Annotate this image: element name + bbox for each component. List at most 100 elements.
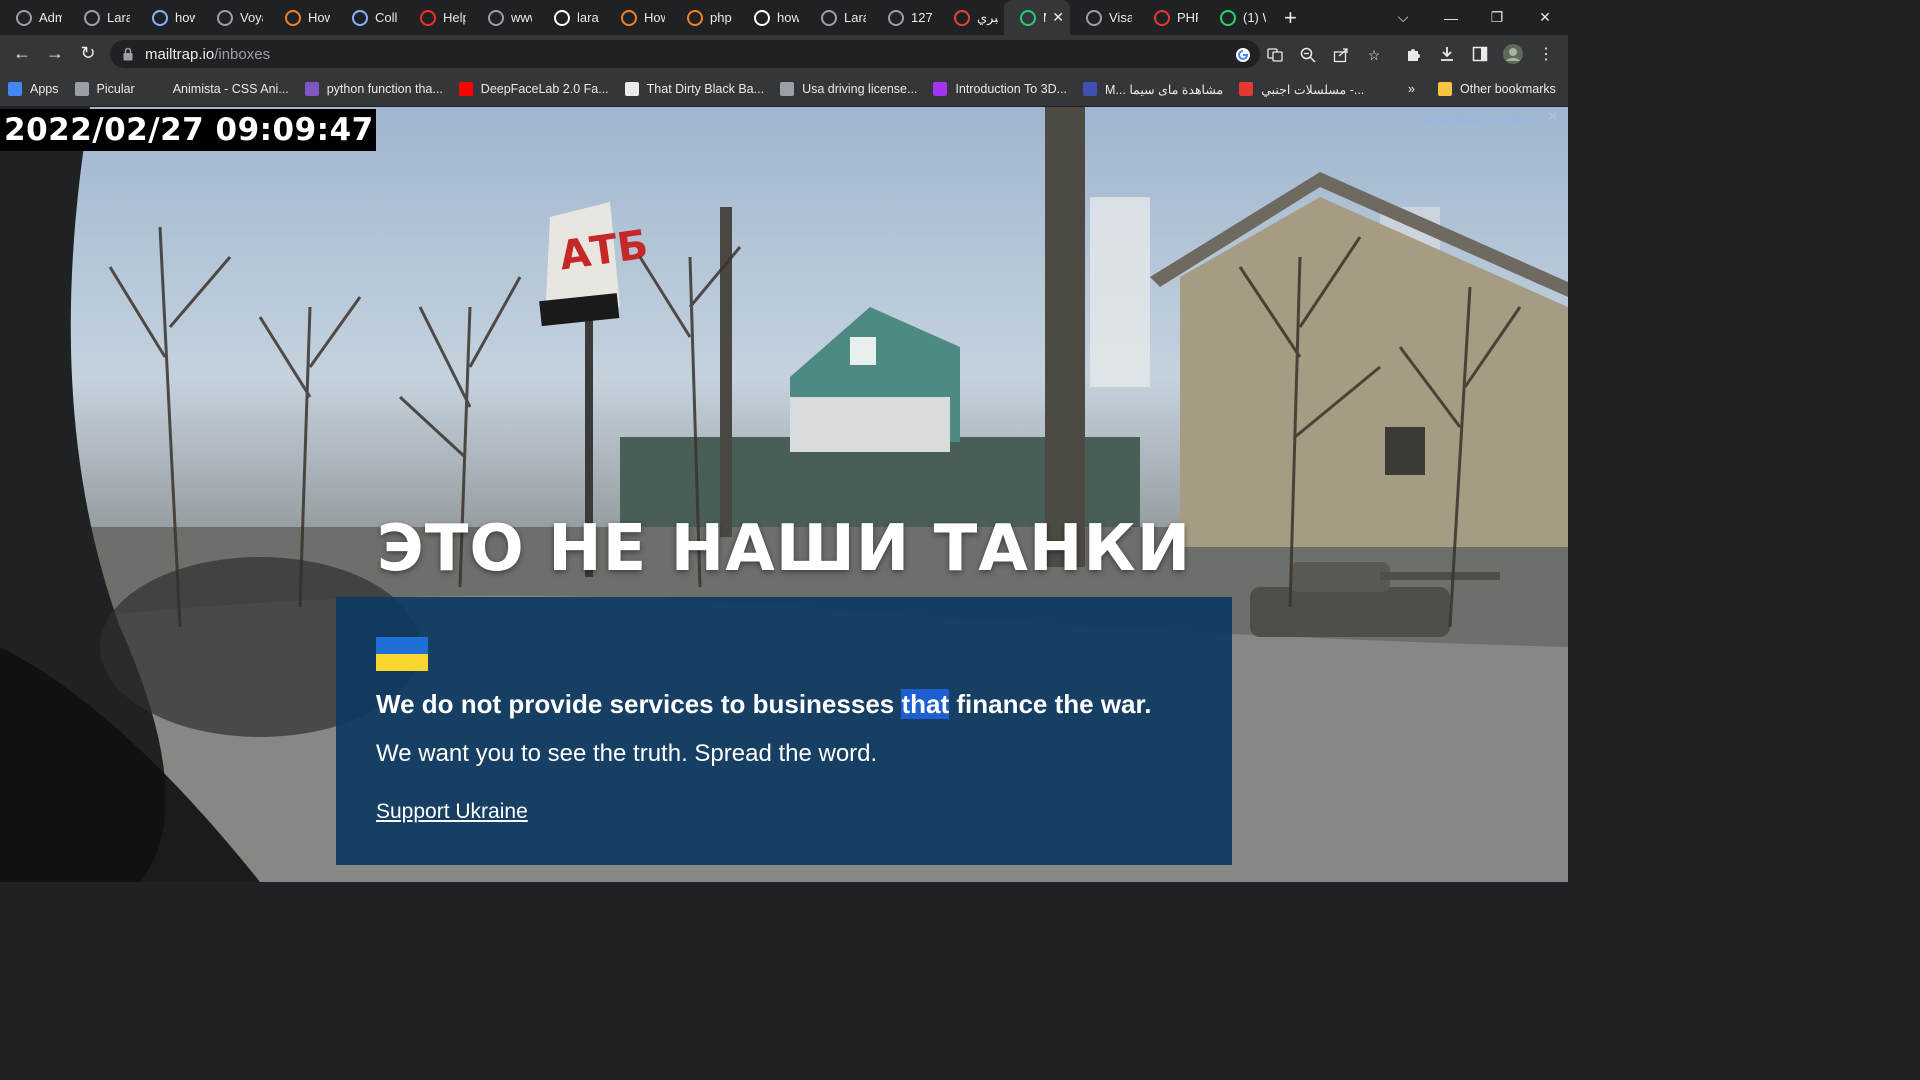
tab-18[interactable]: PHP — [1138, 0, 1204, 35]
tab-12[interactable]: how — [738, 0, 805, 35]
other-bookmarks[interactable]: Other bookmarks — [1430, 75, 1564, 103]
bookmark-label: Apps — [30, 82, 59, 96]
tab-title: Colle — [375, 10, 398, 25]
bookmark-label: Animista - CSS Ani... — [172, 82, 289, 96]
share-icon[interactable] — [1332, 46, 1350, 64]
tab-title: Help — [443, 10, 466, 25]
side-panel-icon[interactable] — [1464, 35, 1496, 72]
tab-19[interactable]: (1) W — [1204, 0, 1272, 35]
laracasts-icon — [821, 9, 837, 26]
bookmark-item[interactable]: Apps — [0, 75, 67, 103]
download-close-icon[interactable]: ✕ — [1547, 109, 1558, 125]
tab-title: Larav — [107, 10, 130, 25]
restore-icon[interactable]: ❐ — [1474, 0, 1520, 35]
support-ukraine-link[interactable]: Support Ukraine — [376, 800, 528, 824]
banner-title-end: finance the war. — [949, 689, 1152, 719]
lock-icon — [123, 47, 133, 61]
tab-15[interactable]: البري — [938, 0, 1004, 35]
bookmark-label: python function tha... — [326, 82, 443, 96]
tab-6[interactable]: Colle — [336, 0, 404, 35]
tab-17[interactable]: Visa — [1070, 0, 1138, 35]
tab-13[interactable]: Larav — [805, 0, 872, 35]
globe-icon — [888, 9, 904, 26]
tab-3[interactable]: how — [136, 0, 201, 35]
banner-subtitle: We want you to see the truth. Spread the… — [376, 740, 878, 767]
url-path: /inboxes — [214, 45, 271, 63]
close-tab-icon[interactable]: ✕ — [1052, 9, 1064, 26]
tab-9[interactable]: larav — [538, 0, 605, 35]
tab-2[interactable]: Larav — [68, 0, 136, 35]
bookmarks-bar: Apps Picular Animista - CSS Ani... python f… — [0, 72, 1568, 107]
folder-icon — [1438, 82, 1452, 96]
google-lens-icon[interactable] — [1234, 46, 1252, 64]
other-bookmarks-label: Other bookmarks — [1460, 82, 1556, 96]
tab-10[interactable]: How — [605, 0, 671, 35]
tab-title: Adm — [39, 10, 62, 25]
bookmark-item[interactable]: مسلسلات اجنبي -... — [1231, 75, 1372, 103]
banner-title-start: We do not provide services to businesses — [376, 689, 902, 719]
tab-title: php — [710, 10, 732, 25]
bookmark-star-icon[interactable]: ☆ — [1365, 46, 1383, 64]
globe-icon — [16, 9, 32, 26]
forward-icon[interactable]: → — [40, 35, 70, 72]
globe-icon — [780, 82, 795, 96]
bookmark-label: M... مشاهدة ماى سيما — [1105, 82, 1224, 97]
stackoverflow-icon — [687, 9, 703, 26]
translate-icon[interactable] — [1266, 46, 1284, 64]
back-icon[interactable]: ← — [7, 35, 37, 72]
bookmark-label: Picular — [96, 82, 135, 96]
minimize-icon[interactable]: — — [1428, 0, 1474, 35]
tab-search-icon[interactable]: ⌵ — [1380, 0, 1426, 35]
bookmark-item[interactable]: That Dirty Black Ba... — [617, 75, 772, 103]
close-window-icon[interactable]: ✕ — [1522, 0, 1568, 35]
bookmark-item[interactable]: Picular — [67, 75, 143, 103]
tab-14[interactable]: 127.0 — [872, 0, 938, 35]
bookmarks-overflow-button[interactable]: » — [1400, 75, 1423, 103]
extensions-icon[interactable] — [1398, 35, 1430, 72]
tab-title: how — [777, 10, 799, 25]
flag-blue-stripe — [376, 637, 428, 654]
animista-icon — [150, 82, 165, 96]
tab-title: M — [1043, 10, 1046, 25]
bookmark-label: Usa driving license... — [802, 82, 918, 96]
bookmark-label: Introduction To 3D... — [955, 82, 1068, 96]
tab-title: how — [175, 10, 195, 25]
download-icon[interactable] — [1431, 35, 1463, 72]
tab-16[interactable]: M✕ — [1004, 0, 1070, 35]
tab-title: البري — [977, 9, 998, 25]
google-icon — [554, 9, 570, 26]
bookmark-label: مسلسلات اجنبي -... — [1261, 82, 1365, 97]
laravel-icon — [420, 9, 436, 26]
tab-5[interactable]: How — [269, 0, 336, 35]
video-headline: ЭТО НЕ НАШИ ТАНКИ — [376, 512, 1192, 586]
tab-7[interactable]: Help — [404, 0, 472, 35]
bookmark-item[interactable]: python function tha... — [297, 75, 451, 103]
bookmark-item[interactable]: DeepFaceLab 2.0 Fa... — [451, 75, 617, 103]
menu-kebab-icon[interactable]: ⋮ — [1530, 35, 1562, 72]
reload-icon[interactable]: ↻ — [73, 35, 103, 72]
bookmark-item[interactable]: Usa driving license... — [772, 75, 925, 103]
video-timestamp: 2022/02/27 09:09:47 — [0, 109, 376, 151]
tab-11[interactable]: php — [671, 0, 738, 35]
bookmark-item[interactable]: M... مشاهدة ماى سيما — [1075, 75, 1231, 103]
gmail-icon — [954, 9, 970, 26]
tab-4[interactable]: Voya — [201, 0, 269, 35]
tab-title: Larav — [844, 10, 866, 25]
tab-title: Visa — [1109, 10, 1132, 25]
bookmark-item[interactable]: Introduction To 3D... — [925, 75, 1075, 103]
download-video-link[interactable]: Download this video — [1425, 111, 1532, 125]
tab-title: www — [511, 10, 532, 25]
address-bar[interactable]: mailtrap.io/inboxes ☆ — [110, 40, 1380, 68]
whatsapp-icon — [1220, 9, 1236, 26]
new-tab-icon[interactable]: + — [1272, 0, 1309, 35]
profile-avatar-icon[interactable] — [1497, 35, 1529, 72]
globe-icon — [84, 9, 100, 26]
udemy-icon — [933, 82, 948, 96]
tab-strip: Adm Larav how Voya How Colle Help www larav How ph… — [0, 0, 1568, 35]
zoom-icon[interactable] — [1299, 46, 1317, 64]
bookmark-label: That Dirty Black Ba... — [646, 82, 765, 96]
tab-1[interactable]: Adm — [0, 0, 68, 35]
tab-8[interactable]: www — [472, 0, 538, 35]
globe-icon — [217, 9, 233, 26]
bookmark-item[interactable]: Animista - CSS Ani... — [143, 75, 297, 103]
